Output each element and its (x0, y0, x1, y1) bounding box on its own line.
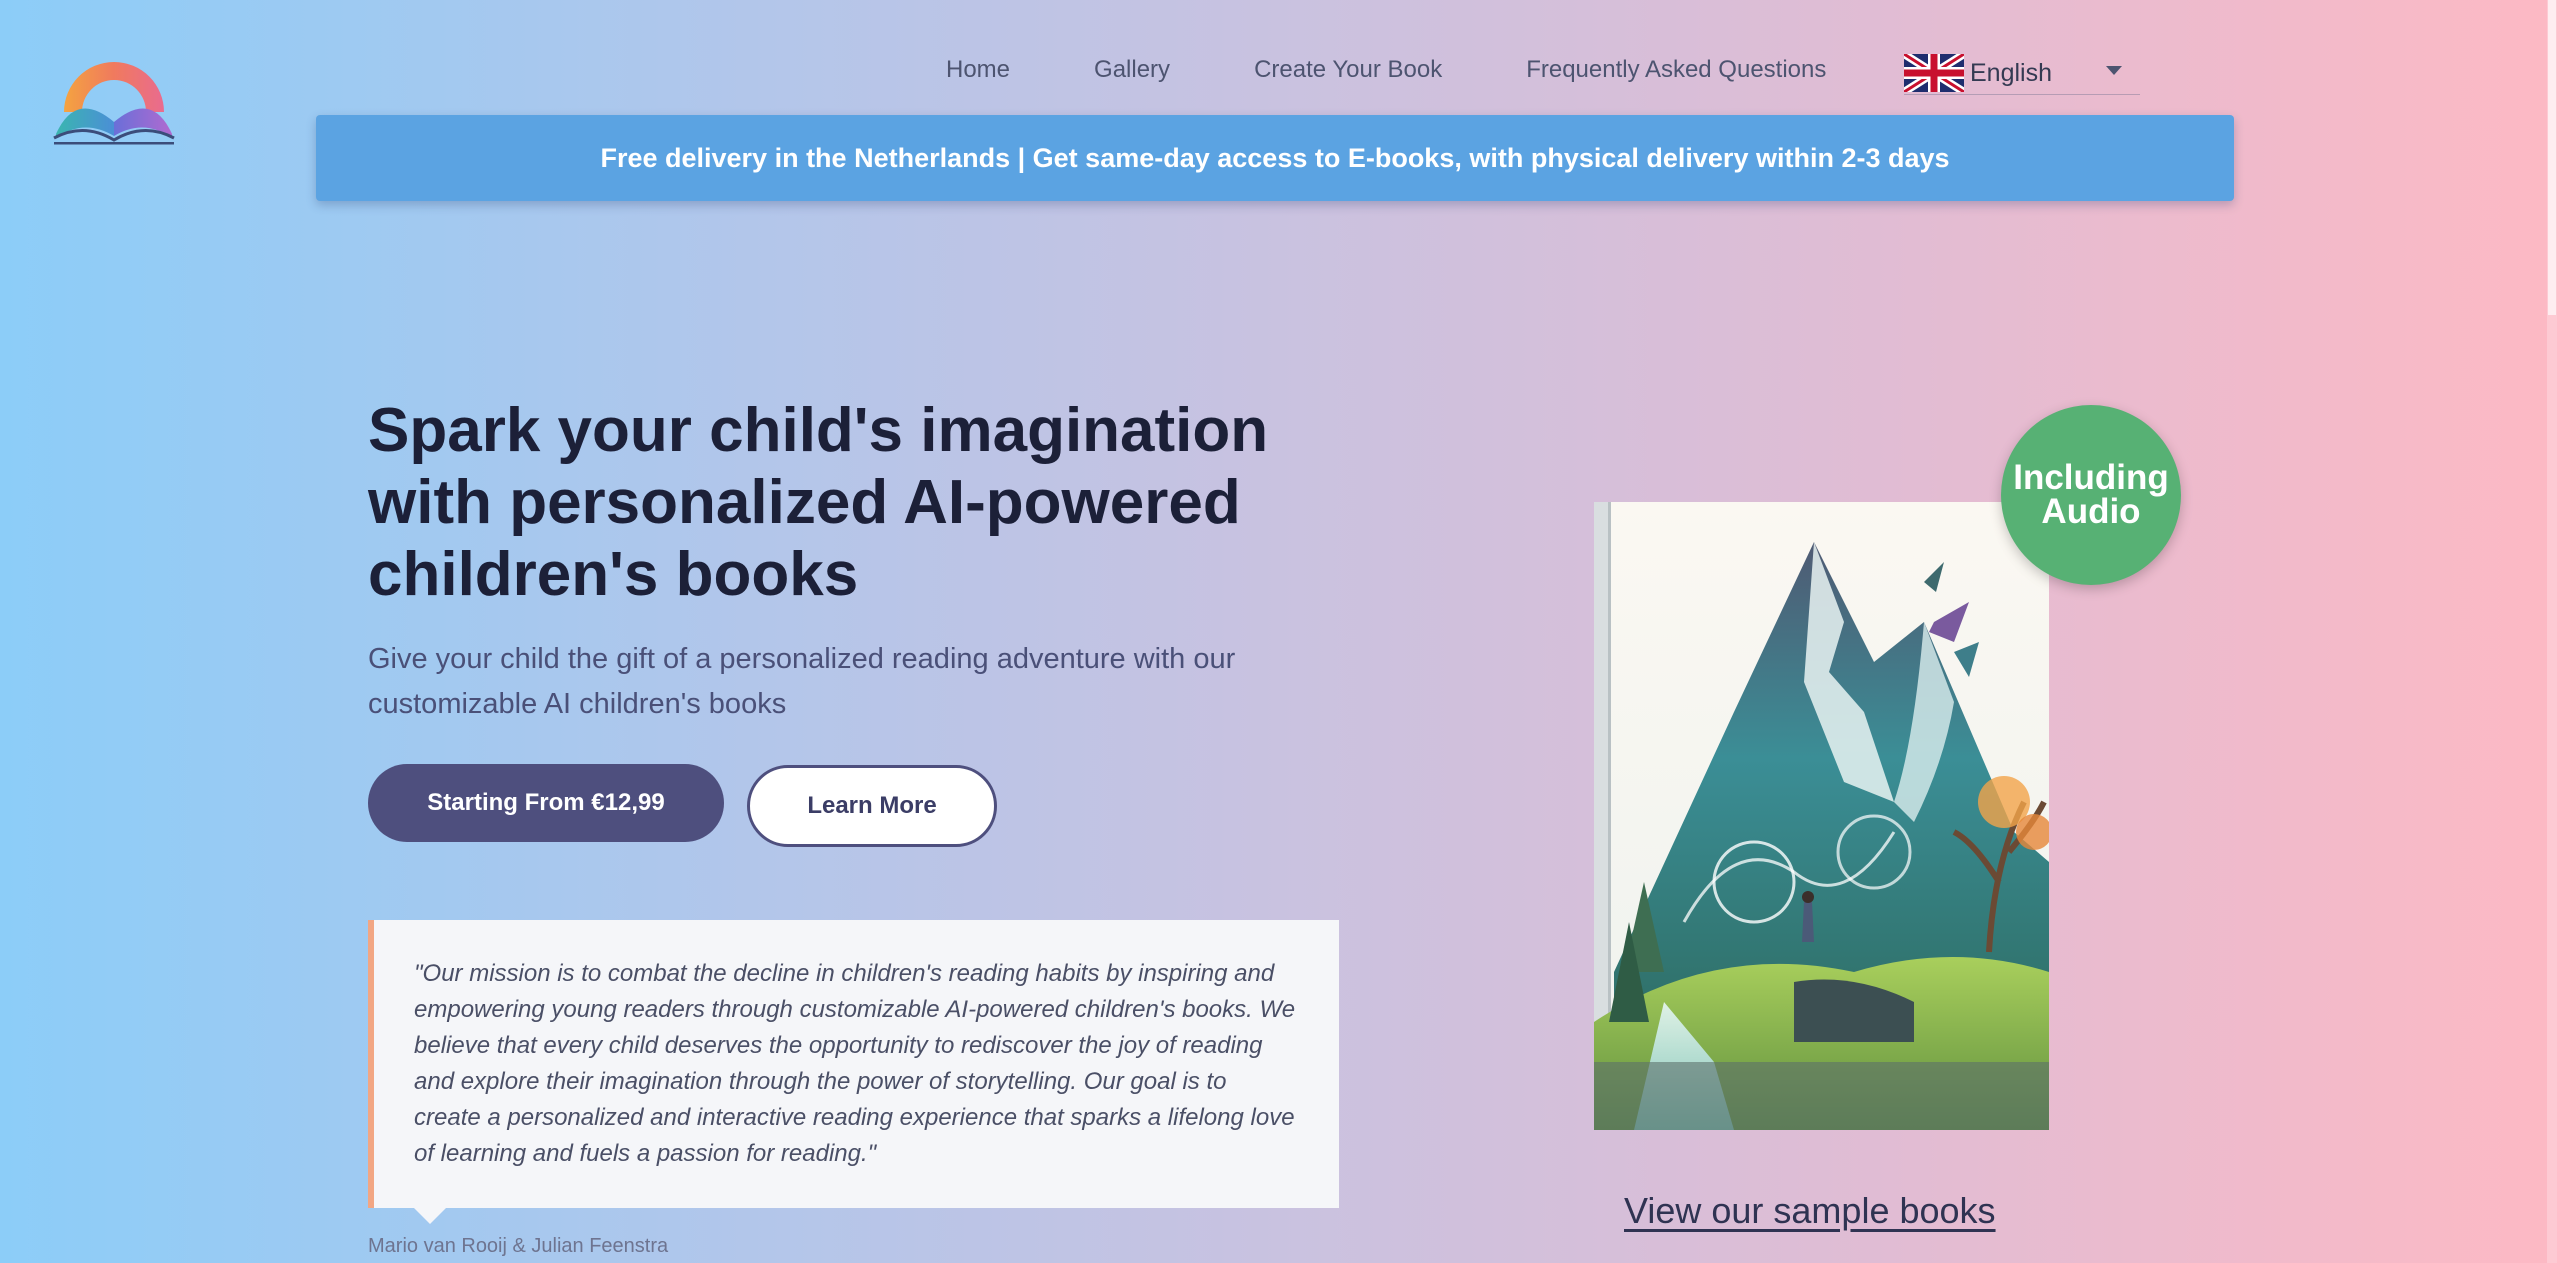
quote-text: "Our mission is to combat the decline in… (414, 960, 1296, 1167)
nav-gallery[interactable]: Gallery (1094, 56, 1170, 84)
uk-flag-icon (1904, 54, 1964, 92)
main-nav: Home Gallery Create Your Book Frequently… (946, 56, 1826, 84)
nav-home[interactable]: Home (946, 56, 1010, 84)
language-label: English (1970, 58, 2052, 87)
badge-line-2: Audio (2041, 492, 2141, 531)
book-cover-image (1594, 502, 2049, 1130)
view-sample-books-link[interactable]: View our sample books (1624, 1190, 1996, 1232)
pricing-button[interactable]: Starting From €12,99 (368, 764, 724, 842)
badge-line-1: Including (2013, 458, 2169, 497)
quote-author: Mario van Rooij & Julian Feenstra (368, 1235, 669, 1257)
including-audio-badge: Including Audio (2001, 405, 2181, 585)
banner-text: Free delivery in the Netherlands | Get s… (600, 142, 1950, 173)
hero-subtitle: Give your child the gift of a personaliz… (368, 643, 1236, 720)
scrollbar-thumb[interactable] (2548, 0, 2556, 315)
rainbow-book-logo-icon[interactable] (52, 60, 176, 146)
delivery-banner: Free delivery in the Netherlands | Get s… (316, 115, 2234, 201)
caret-down-icon (2106, 66, 2122, 75)
nav-create-your-book[interactable]: Create Your Book (1254, 56, 1442, 84)
language-select[interactable]: English (1904, 52, 2140, 95)
nav-faq[interactable]: Frequently Asked Questions (1526, 56, 1826, 84)
page-scrollbar[interactable] (2547, 0, 2557, 1263)
mission-quote: "Our mission is to combat the decline in… (368, 920, 1339, 1224)
mountain-waterfall-book-cover (1594, 502, 2049, 1130)
quote-tail (414, 1208, 446, 1224)
hero-title: Spark your child's imagination with pers… (368, 396, 1269, 609)
learn-more-button[interactable]: Learn More (747, 765, 997, 847)
